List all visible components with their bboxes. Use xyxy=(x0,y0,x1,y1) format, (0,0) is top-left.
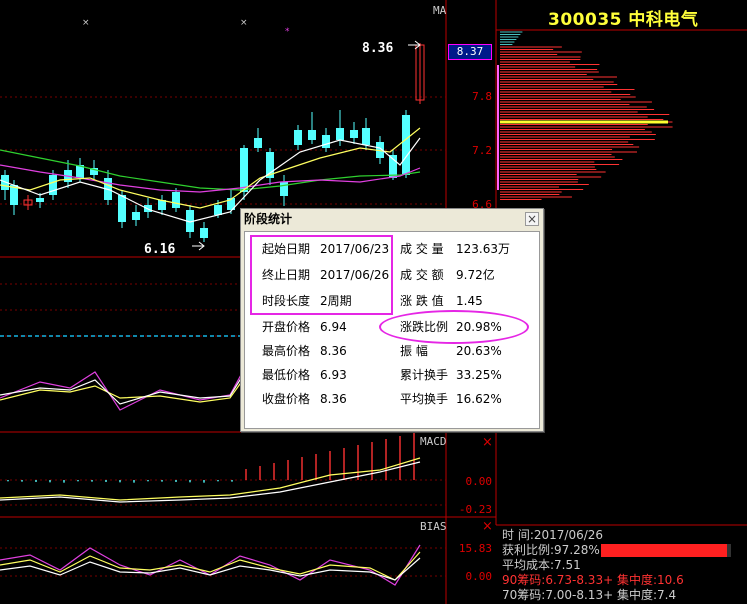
close-button[interactable]: × xyxy=(525,212,539,226)
candle-body xyxy=(280,182,288,196)
stat-label: 涨 跌 值 xyxy=(400,294,444,308)
stat-value: 6.94 xyxy=(320,320,347,334)
y-tick-label: 7.2 xyxy=(472,144,492,157)
macd-label: MACD xyxy=(420,435,447,448)
stat-label: 成 交 量 xyxy=(400,242,444,256)
ma-line xyxy=(0,127,421,209)
chip-profit-label: 获利比例: xyxy=(502,543,555,557)
change-ratio-highlight xyxy=(379,310,529,344)
stat-value: 8.36 xyxy=(320,392,347,406)
profit-ratio-bar xyxy=(601,544,731,557)
high-price-label: 8.36 xyxy=(362,41,394,56)
stock-title: 300035 中科电气 xyxy=(548,10,699,30)
stat-label: 开盘价格 xyxy=(262,320,311,334)
candle-body xyxy=(172,192,180,208)
stat-row-left: 最高价格 8.36 xyxy=(262,342,347,360)
macd-line xyxy=(0,457,421,501)
candle-body xyxy=(118,195,126,222)
candle-body xyxy=(350,130,358,138)
low-arrow xyxy=(192,241,205,251)
chip-time-row: 时 间:2017/06/26 xyxy=(502,528,603,543)
high-arrow xyxy=(408,40,421,50)
stat-row-right: 成 交 额 9.72亿 xyxy=(400,266,495,284)
dialog-title: 阶段统计 xyxy=(241,209,543,229)
chip-profit-row: 获利比例:97.28% xyxy=(502,543,600,558)
candle-body xyxy=(36,198,44,202)
stat-label: 最低价格 xyxy=(262,368,311,382)
candle-body xyxy=(132,212,140,220)
chip-time-label: 时 间: xyxy=(502,528,534,542)
chip70-row: 70筹码:7.00-8.13+ 集中度:7.4 xyxy=(502,588,677,602)
profit-ratio-fill xyxy=(601,544,728,557)
current-price-marker: 8.37 xyxy=(448,44,492,60)
stat-row-right: 累计换手 33.25% xyxy=(400,366,502,384)
marker: * xyxy=(285,27,290,37)
candle-body xyxy=(308,130,316,140)
low-price-label: 6.16 xyxy=(144,242,176,257)
close-indicator-icon: × xyxy=(482,519,493,534)
stat-row-right: 振 幅 20.63% xyxy=(400,342,502,360)
marker: × xyxy=(240,18,248,28)
stat-label: 成 交 额 xyxy=(400,268,444,282)
stat-label: 收盘价格 xyxy=(262,392,311,406)
stat-row-left: 最低价格 6.93 xyxy=(262,366,347,384)
stat-value: 6.93 xyxy=(320,368,347,382)
candle-body xyxy=(240,148,248,192)
bias-label: BIAS xyxy=(420,520,447,533)
stat-value: 1.45 xyxy=(456,294,483,308)
stat-label: 累计换手 xyxy=(400,368,449,382)
bias-y-tick: 15.83 xyxy=(458,542,492,555)
candle-body xyxy=(294,130,302,145)
y-tick-label: 7.8 xyxy=(472,90,492,103)
stage-statistics-dialog[interactable]: 阶段统计 × 起始日期 2017/06/23 终止日期 2017/06/26 时段长度 2… xyxy=(240,208,544,432)
bias-line xyxy=(0,557,421,581)
candle-body xyxy=(336,128,344,140)
date-range-highlight xyxy=(250,235,393,315)
stat-value: 9.72亿 xyxy=(456,268,495,282)
ma-indicator-label: MA xyxy=(433,4,447,17)
chip-profit-value: 97.28% xyxy=(554,543,600,557)
stat-row-left: 收盘价格 8.36 xyxy=(262,390,347,408)
close-indicator-icon: × xyxy=(482,435,493,450)
candle-body xyxy=(200,228,208,238)
stat-label: 最高价格 xyxy=(262,344,311,358)
candle-body xyxy=(214,205,222,215)
bias-y-tick: 0.00 xyxy=(465,570,493,583)
candle-body xyxy=(322,135,330,148)
stat-row-left: 开盘价格 6.94 xyxy=(262,318,347,336)
stat-row-right: 平均换手 16.62% xyxy=(400,390,502,408)
marker: × xyxy=(82,18,90,28)
bias-line xyxy=(0,544,421,586)
candle-body xyxy=(402,115,410,175)
stat-row-right: 成 交 量 123.63万 xyxy=(400,240,510,258)
ma-line xyxy=(0,149,421,191)
stat-value: 8.36 xyxy=(320,344,347,358)
avg-cost: 平均成本:7.51 xyxy=(502,558,581,572)
candle-body xyxy=(362,128,370,145)
stat-value: 123.63万 xyxy=(456,242,510,256)
stat-label: 平均换手 xyxy=(400,392,449,406)
chip90-row: 90筹码:6.73-8.33+ 集中度:10.6 xyxy=(502,573,684,587)
stat-value: 20.63% xyxy=(456,344,502,358)
macd-y-tick: -0.23 xyxy=(458,503,492,516)
candle-body xyxy=(254,138,262,148)
stat-row-right: 涨 跌 值 1.45 xyxy=(400,292,483,310)
chip-time-value: 2017/06/26 xyxy=(533,528,604,542)
stat-value: 33.25% xyxy=(456,368,502,382)
macd-y-tick: 0.00 xyxy=(465,475,493,488)
stat-value: 16.62% xyxy=(456,392,502,406)
stat-label: 振 幅 xyxy=(400,344,428,358)
